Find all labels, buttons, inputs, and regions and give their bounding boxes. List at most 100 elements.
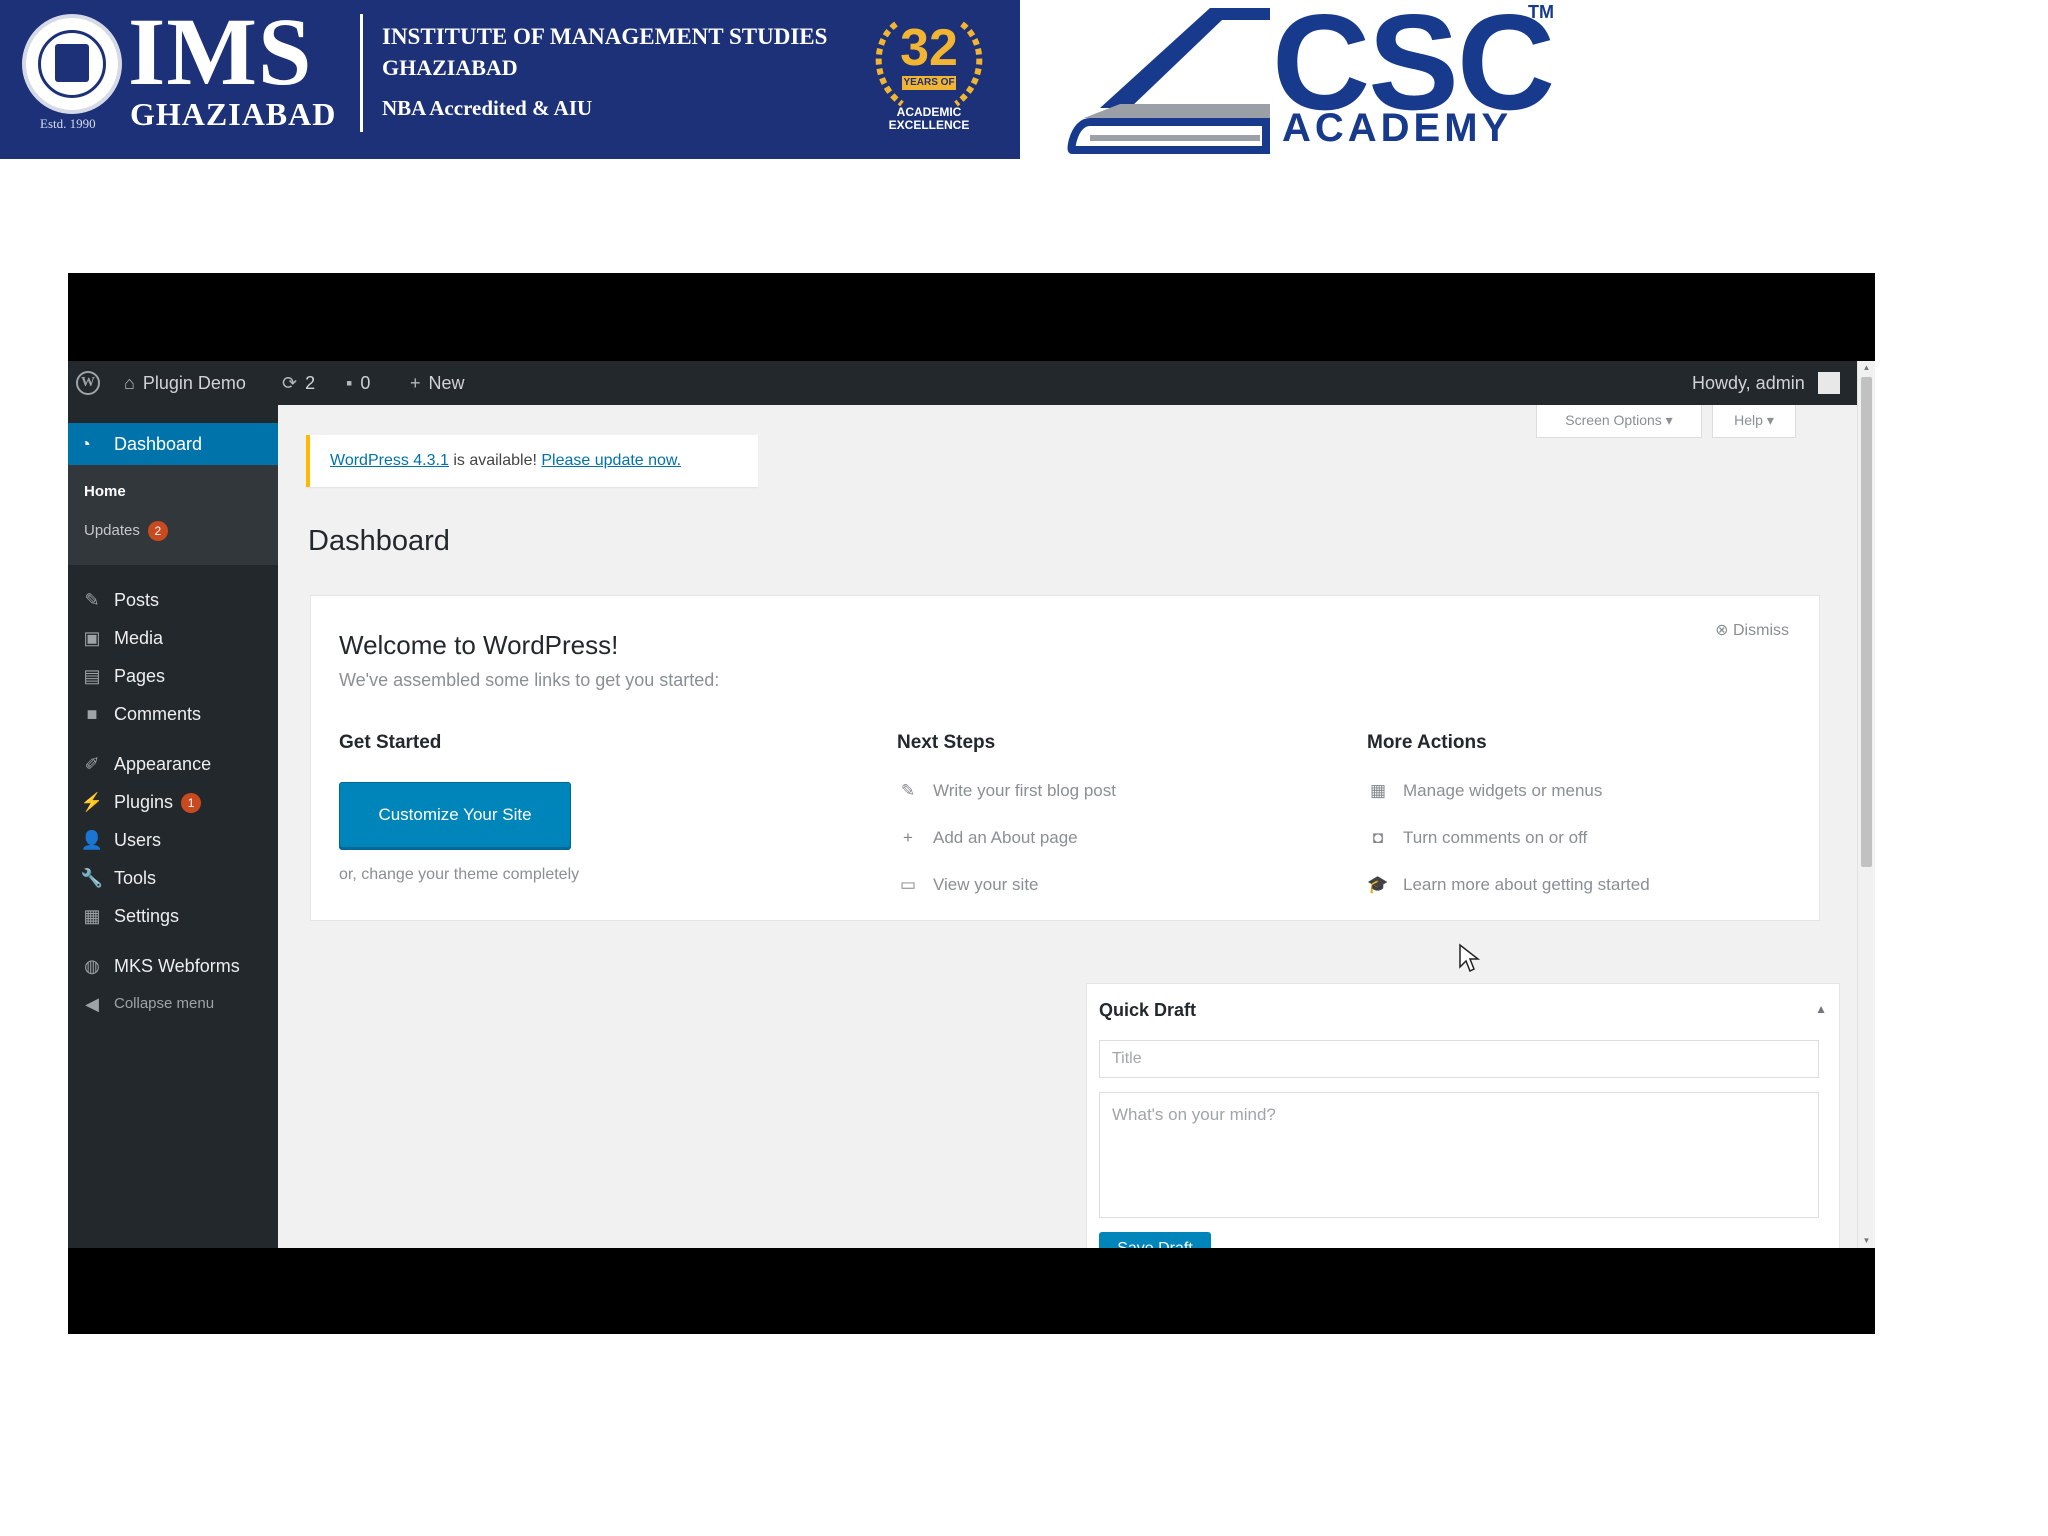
next-steps-heading: Next Steps [897,732,996,753]
write-post-link[interactable]: ✎ Write your first blog post [895,776,1116,806]
sidebar-item-dashboard[interactable]: ◔ Dashboard [68,423,288,465]
ims-estd: Estd. 1990 [40,116,96,131]
comment-bubble-icon: ▪ [346,373,353,393]
comment-icon: ◘ [1372,828,1384,847]
pages-icon: ▤ [83,666,101,686]
refresh-icon: ⟳ [282,373,298,393]
sidebar-item-tools[interactable]: 🔧 Tools [68,859,278,897]
learn-more-link[interactable]: 🎓 Learn more about getting started [1365,870,1650,900]
plugins-label: Plugins [114,792,174,812]
dismiss-link[interactable]: ⊗ Dismiss [1715,620,1789,640]
sidebar-item-label: Tools [114,868,157,888]
plus-icon: + [410,373,421,393]
sidebar-item-posts[interactable]: ✎ Posts [68,581,278,619]
submenu-home[interactable]: Home [84,483,126,500]
submenu-updates-label: Updates [84,521,140,539]
sidebar-item-appearance[interactable]: ✐ Appearance [68,745,278,783]
screen-options-tab[interactable]: Screen Options ▾ [1536,405,1702,438]
sidebar-item-mks-webforms[interactable]: ◍ MKS Webforms [68,947,278,985]
link-label: Write your first blog post [933,781,1116,800]
ims-city-text: GHAZIABAD [130,96,337,132]
sidebar-item-media[interactable]: ▣ Media [68,619,278,657]
site-name-menu[interactable]: ⌂ Plugin Demo [124,361,246,405]
new-label: New [428,373,465,393]
link-label: Learn more about getting started [1403,875,1650,894]
link-label: Add an About page [933,828,1078,847]
collapse-toggle-icon[interactable]: ▲ [1815,1002,1827,1016]
toggle-comments-link[interactable]: ◘ Turn comments on or off [1365,823,1587,853]
avatar[interactable] [1818,372,1840,394]
notice-text: is available! [448,452,542,469]
page-title: Dashboard [308,525,450,557]
link-label: Manage widgets or menus [1403,781,1603,800]
view-site-link[interactable]: ▭ View your site [895,870,1039,900]
wordpress-admin: W ⌂ Plugin Demo ⟳ 2 ▪ 0 + New Howdy, admin ◔… [68,361,1875,1248]
scroll-thumb[interactable] [1861,377,1872,867]
collapse-menu-button[interactable]: ◀ Collapse menu [68,985,278,1023]
comment-icon: ■ [86,704,98,724]
wp-logo-menu[interactable]: W [76,361,104,405]
wordpress-version-link[interactable]: WordPress 4.3.1 [330,452,449,469]
comments-count: 0 [360,373,371,393]
sidebar-item-label: MKS Webforms [114,956,240,976]
welcome-title: Welcome to WordPress! [339,630,619,660]
submenu-updates[interactable]: Updates 2 [84,521,168,541]
csc-trademark: TM [1528,2,1554,22]
sidebar-item-label: Comments [114,704,202,724]
home-icon: ⌂ [124,373,135,393]
plugins-badge: 1 [181,793,202,814]
csc-academy-logo: CSC TM ACADEMY [1060,0,1560,159]
new-content-menu[interactable]: + New [410,361,465,405]
ims-institute-name: INSTITUTE OF MANAGEMENT STUDIES [382,24,828,49]
pin-icon: ✎ [84,590,100,610]
update-notice: WordPress 4.3.1 is available! Please upd… [306,435,758,487]
settings-icon: ▦ [83,906,101,926]
sidebar-item-label: Pages [114,666,166,686]
sidebar-item-label: Posts [114,590,160,610]
user-icon: 👤 [80,830,104,850]
sidebar-item-pages[interactable]: ▤ Pages [68,657,278,695]
sidebar-item-label: Users [114,830,162,850]
vertical-scrollbar[interactable]: ▲ ▼ [1857,361,1875,1248]
badge-number: 32 [900,19,958,77]
scroll-up-arrow-icon[interactable]: ▲ [1861,363,1872,373]
account-menu[interactable]: Howdy, admin [1692,361,1805,405]
plus-icon: + [903,828,913,847]
updates-badge: 2 [147,521,168,541]
add-about-page-link[interactable]: + Add an About page [895,823,1078,853]
draft-content-textarea[interactable]: What's on your mind? [1099,1092,1819,1218]
updates-menu[interactable]: ⟳ 2 [282,361,315,405]
manage-widgets-link[interactable]: ▦ Manage widgets or menus [1365,776,1602,806]
wordpress-icon: W [76,371,100,395]
scroll-down-arrow-icon[interactable]: ▼ [1861,1236,1872,1246]
ims-banner: Estd. 1990 IMS GHAZIABAD INSTITUTE OF MA… [0,0,1020,159]
wrench-icon: 🔧 [80,868,104,888]
dismiss-label: Dismiss [1733,622,1789,639]
sidebar-item-label: Appearance [114,754,212,774]
customize-site-button[interactable]: Customize Your Site [339,782,571,848]
webforms-icon: ◍ [84,956,100,976]
media-icon: ▣ [83,628,101,648]
sidebar-item-plugins[interactable]: ⚡ Plugins 1 [68,783,278,821]
collapse-icon: ◀ [85,994,99,1014]
dashboard-submenu: Home Updates 2 [68,465,278,565]
dashboard-icon: ◔ [80,434,91,454]
sidebar-item-comments[interactable]: ■ Comments [68,695,278,733]
save-draft-button[interactable]: Save Draft [1099,1232,1211,1248]
sidebar-item-settings[interactable]: ▦ Settings [68,897,278,935]
get-started-heading: Get Started [339,732,442,753]
change-theme-link[interactable]: or, change your theme completely [339,866,579,884]
brush-icon: ✐ [84,754,100,774]
help-tab[interactable]: Help ▾ [1712,405,1796,438]
sidebar-item-label: Collapse menu [114,995,215,1012]
sidebar-item-users[interactable]: 👤 Users [68,821,278,859]
site-name: Plugin Demo [142,373,246,393]
welcome-panel: ⊗ Dismiss Welcome to WordPress! We've as… [310,595,1820,921]
welcome-subtitle: We've assembled some links to get you st… [339,670,720,690]
dismiss-icon: ⊗ [1715,622,1733,639]
comments-menu[interactable]: ▪ 0 [346,361,370,405]
quick-draft-heading: Quick Draft [1099,1000,1197,1020]
years-badge: 32 YEARS OF ACADEMIC EXCELLENCE [866,12,992,136]
update-now-link[interactable]: Please update now. [541,452,681,469]
draft-title-input[interactable]: Title [1099,1040,1819,1078]
